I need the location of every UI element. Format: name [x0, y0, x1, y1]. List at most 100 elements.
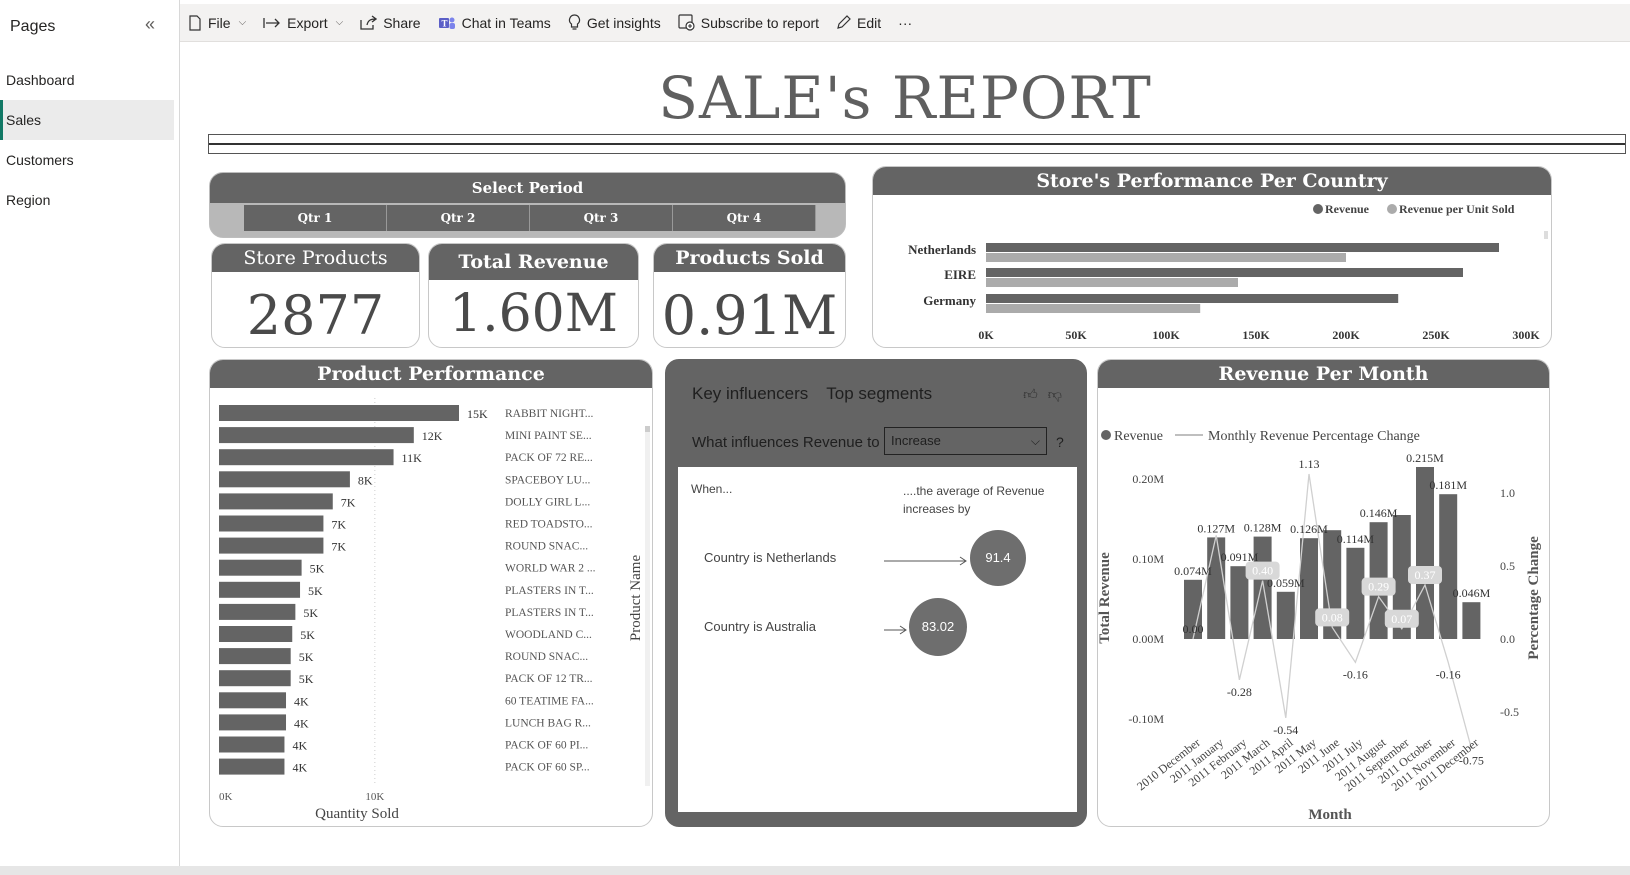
data-label: 4K	[292, 761, 307, 775]
tab-top-segments[interactable]: Top segments	[826, 384, 932, 404]
tab-key-influencers[interactable]: Key influencers	[692, 384, 808, 404]
report-canvas: SALE's REPORT Select Period Qtr 1 Qtr 2 …	[180, 42, 1630, 866]
category-label: LUNCH BAG R...	[505, 717, 591, 729]
data-label: 7K	[331, 540, 346, 554]
bar	[986, 268, 1463, 277]
thumbs-down-icon[interactable]: 👎︎	[1048, 386, 1062, 403]
export-menu[interactable]: Export ⌵	[263, 8, 343, 38]
ki-when-label: When...	[691, 482, 733, 496]
ki-direction-dropdown[interactable]: Increase ⌵	[884, 427, 1047, 455]
share-button[interactable]: Share	[360, 8, 421, 38]
sidebar-item-region[interactable]: Region	[0, 180, 174, 220]
svg-text:T: T	[441, 18, 447, 28]
ki-feedback: 👍︎ 👎︎	[1023, 386, 1062, 403]
y-axis-label: Product Name	[628, 555, 644, 642]
edit-label: Edit	[857, 14, 882, 31]
x-tick-label: 10K	[365, 791, 384, 803]
x-tick-label: 250K	[1422, 328, 1450, 342]
data-label: 0.00	[1183, 622, 1204, 636]
collapse-pane-icon[interactable]: «	[145, 14, 155, 35]
period-slicer-title: Select Period	[210, 173, 845, 203]
pages-sidebar: Pages « Dashboard Sales Customers Region	[0, 0, 180, 866]
store-products-card[interactable]: Store Products 2877	[211, 243, 420, 348]
subscribe-label: Subscribe to report	[700, 14, 820, 31]
category-label: ROUND SNAC...	[505, 651, 588, 663]
revenue-per-month-chart[interactable]: Revenue Per Month Revenue Monthly Revenue…	[1097, 359, 1550, 827]
y2-tick-label: 0.0	[1500, 632, 1515, 646]
chat-label: Chat in Teams	[461, 14, 551, 31]
product-bar-chart[interactable]: 15K RABBIT NIGHT... 12K MINI PAINT SE... 11K…	[210, 388, 652, 826]
ki-value-bubble[interactable]: 91.4	[970, 530, 1026, 586]
ki-influencer-row[interactable]: Country is Netherlands	[704, 550, 836, 565]
file-menu[interactable]: File ⌵	[188, 8, 246, 38]
x-tick-label: 200K	[1332, 328, 1360, 342]
ki-value-bubble[interactable]: 83.02	[909, 598, 967, 656]
legend-label: Revenue per Unit Sold	[1399, 202, 1515, 216]
ki-question: What influences Revenue to	[692, 434, 880, 451]
y-tick-label: 0.00M	[1132, 632, 1164, 646]
product-performance-chart[interactable]: Product Performance 15K RABBIT NIGHT... 12…	[209, 359, 653, 827]
period-slicer: Select Period Qtr 1 Qtr 2 Qtr 3 Qtr 4	[209, 172, 846, 238]
bar	[219, 427, 414, 444]
chart-title: Product Performance	[210, 360, 652, 388]
chart-title: Revenue Per Month	[1098, 360, 1549, 388]
data-label: 0.126M	[1290, 522, 1328, 536]
get-insights-button[interactable]: Get insights	[568, 8, 661, 38]
arrow-icon	[884, 556, 967, 566]
data-label: 0.29	[1368, 580, 1389, 594]
pencil-icon	[837, 15, 851, 29]
ki-tabs: Key influencers Top segments	[692, 384, 932, 404]
ki-influencer-row[interactable]: Country is Australia	[704, 619, 816, 634]
bar	[219, 449, 394, 466]
x-tick-label: 300K	[1512, 328, 1540, 342]
edit-button[interactable]: Edit	[836, 8, 881, 38]
more-options-button[interactable]: ···	[898, 8, 912, 38]
x-axis-label: Quantity Sold	[315, 806, 399, 822]
country-bar-chart[interactable]: Revenue Revenue per Unit Sold Netherlands E…	[873, 195, 1551, 347]
data-label: 5K	[300, 628, 315, 642]
category-label: Netherlands	[908, 242, 976, 257]
category-label: PLASTERS IN T...	[505, 585, 594, 597]
kpi-value: 1.60M	[448, 284, 619, 344]
thumbs-up-icon[interactable]: 👍︎	[1023, 386, 1038, 403]
data-label: 0.40	[1252, 564, 1273, 578]
legend-marker	[1313, 204, 1323, 214]
qtr-2-button[interactable]: Qtr 2	[387, 205, 530, 231]
total-revenue-card[interactable]: Total Revenue 1.60M	[428, 243, 639, 348]
help-icon[interactable]: ?	[1056, 434, 1064, 450]
quarter-buttons: Qtr 1 Qtr 2 Qtr 3 Qtr 4	[244, 205, 816, 231]
status-strip	[0, 866, 1630, 875]
chat-in-teams-button[interactable]: T Chat in Teams	[438, 8, 551, 38]
data-label: 0.127M	[1197, 521, 1235, 535]
sidebar-item-sales[interactable]: Sales	[0, 100, 174, 140]
qtr-1-button[interactable]: Qtr 1	[244, 205, 387, 231]
y-tick-label: 0.20M	[1132, 472, 1164, 486]
data-label: 5K	[303, 606, 318, 620]
bar	[219, 537, 324, 554]
category-label: PACK OF 72 RE...	[505, 452, 593, 464]
x-tick-label: 150K	[1242, 328, 1270, 342]
subscribe-button[interactable]: Subscribe to report	[678, 8, 819, 38]
qtr-3-button[interactable]: Qtr 3	[530, 205, 673, 231]
qtr-4-button[interactable]: Qtr 4	[673, 205, 816, 231]
revenue-combo-chart[interactable]: Revenue Monthly Revenue Percentage Change…	[1098, 388, 1549, 826]
products-sold-card[interactable]: Products Sold 0.91M	[653, 243, 846, 348]
arrow-icon	[884, 625, 907, 635]
sidebar-item-dashboard[interactable]: Dashboard	[0, 60, 174, 100]
data-label: 0.215M	[1406, 451, 1444, 465]
category-label: ROUND SNAC...	[505, 541, 588, 553]
category-label: PACK OF 12 TR...	[505, 673, 593, 685]
kpi-value: 2877	[246, 284, 385, 347]
bar	[986, 294, 1399, 303]
country-performance-chart[interactable]: Store's Performance Per Country Revenue R…	[872, 166, 1552, 348]
data-label: 8K	[358, 473, 373, 487]
sidebar-item-customers[interactable]: Customers	[0, 140, 174, 180]
x-tick-label: 0K	[978, 328, 994, 342]
bar	[219, 714, 287, 731]
bar	[219, 648, 291, 665]
chevron-down-icon: ⌵	[238, 17, 247, 28]
share-icon	[360, 15, 378, 30]
data-label: 5K	[299, 672, 314, 686]
data-label: 5K	[299, 650, 314, 664]
kpi-label: Total Revenue	[429, 244, 638, 280]
